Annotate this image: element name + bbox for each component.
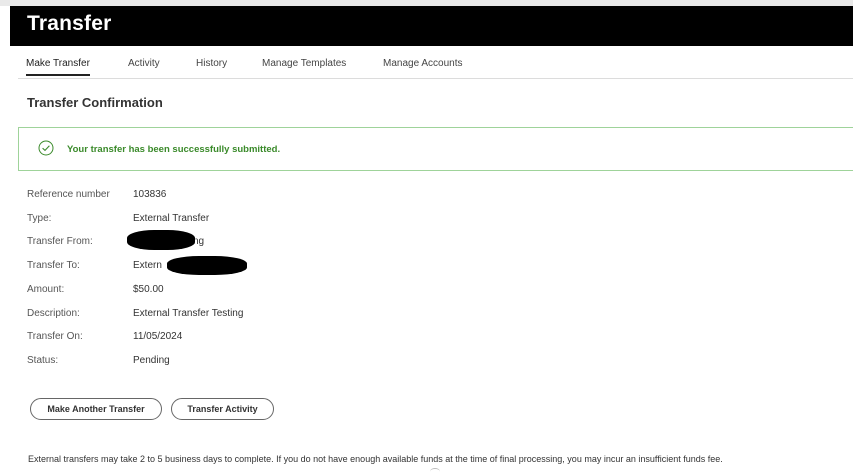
date-label: Transfer On: [27,331,83,342]
amount-label: Amount: [27,284,65,295]
to-value: Extern [133,260,162,271]
tab-manage-templates[interactable]: Manage Templates [262,58,346,69]
date-value: 11/05/2024 [133,331,183,342]
tab-history[interactable]: History [196,58,227,69]
success-alert: Your transfer has been successfully subm… [18,127,853,171]
disclaimer-text: External transfers may take 2 to 5 busin… [28,454,723,464]
tab-manage-accounts[interactable]: Manage Accounts [383,58,463,69]
status-label: Status: [27,355,59,366]
page-header: Transfer [10,6,853,46]
page-title: Transfer [27,12,112,35]
tab-bar: Make Transfer Activity History Manage Te… [18,52,853,79]
redaction-mark [167,256,247,275]
transfer-activity-button[interactable]: Transfer Activity [171,398,274,420]
tab-make-transfer[interactable]: Make Transfer [26,58,90,76]
to-label: Transfer To: [27,260,80,271]
type-label: Type: [27,213,52,224]
from-label: Transfer From: [27,236,93,247]
amount-value: $50.00 [133,284,164,295]
tab-activity[interactable]: Activity [128,58,160,69]
status-value: Pending [133,355,170,366]
type-value: External Transfer [133,213,210,224]
description-label: Description: [27,308,80,319]
section-title: Transfer Confirmation [27,95,163,110]
reference-value: 103836 [133,189,167,200]
redaction-mark [127,230,195,250]
check-circle-icon [38,140,54,156]
reference-label: Reference number [27,189,110,200]
make-another-transfer-button[interactable]: Make Another Transfer [30,398,162,420]
description-value: External Transfer Testing [133,308,244,319]
success-message: Your transfer has been successfully subm… [67,144,281,155]
